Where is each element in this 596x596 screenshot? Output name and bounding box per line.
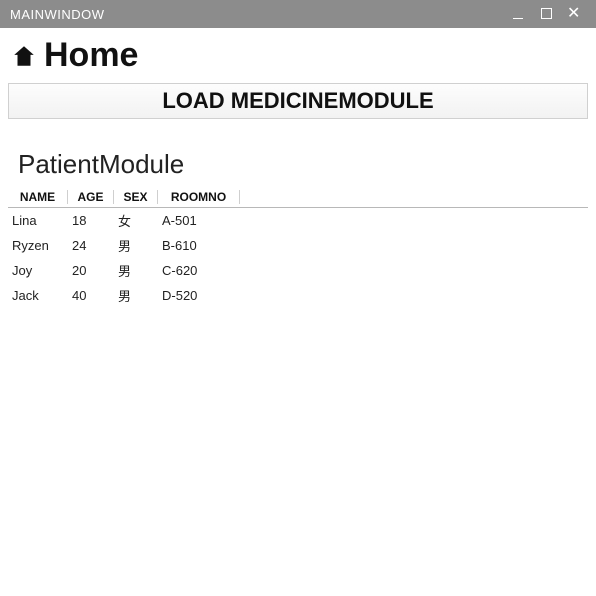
table-row[interactable]: Jack40男D-520 [8, 283, 588, 308]
minimize-button[interactable] [504, 6, 532, 22]
cell-name: Lina [8, 213, 68, 228]
cell-age: 20 [68, 263, 114, 278]
grid-header: NAME AGE SEX ROOMNO [8, 186, 588, 208]
column-header-name[interactable]: NAME [8, 190, 68, 204]
cell-room: A-501 [158, 213, 240, 228]
cell-age: 24 [68, 238, 114, 253]
titlebar[interactable]: MAINWINDOW ✕ [0, 0, 596, 28]
page-title: Home [44, 36, 138, 75]
column-header-sex[interactable]: SEX [114, 190, 158, 204]
cell-sex: 男 [114, 286, 158, 305]
module-title: PatientModule [0, 127, 596, 186]
home-icon [10, 43, 38, 69]
grid-body: Lina18女A-501Ryzen24男B-610Joy20男C-620Jack… [8, 208, 588, 308]
table-row[interactable]: Lina18女A-501 [8, 208, 588, 233]
table-row[interactable]: Ryzen24男B-610 [8, 233, 588, 258]
patients-grid: NAME AGE SEX ROOMNO Lina18女A-501Ryzen24男… [8, 186, 588, 308]
cell-sex: 男 [114, 261, 158, 280]
cell-name: Joy [8, 263, 68, 278]
cell-room: B-610 [158, 238, 240, 253]
load-medicine-module-button[interactable]: LOAD MEDICINEMODULE [8, 83, 588, 119]
cell-sex: 女 [114, 211, 158, 230]
close-button[interactable]: ✕ [560, 7, 588, 21]
column-header-age[interactable]: AGE [68, 190, 114, 204]
maximize-button[interactable] [532, 6, 560, 22]
window-title: MAINWINDOW [10, 7, 504, 22]
table-row[interactable]: Joy20男C-620 [8, 258, 588, 283]
column-header-room[interactable]: ROOMNO [158, 190, 240, 204]
cell-age: 40 [68, 288, 114, 303]
page-header: Home [0, 28, 596, 81]
cell-room: C-620 [158, 263, 240, 278]
cell-age: 18 [68, 213, 114, 228]
cell-sex: 男 [114, 236, 158, 255]
cell-name: Ryzen [8, 238, 68, 253]
load-button-label: LOAD MEDICINEMODULE [162, 88, 433, 114]
cell-name: Jack [8, 288, 68, 303]
cell-room: D-520 [158, 288, 240, 303]
